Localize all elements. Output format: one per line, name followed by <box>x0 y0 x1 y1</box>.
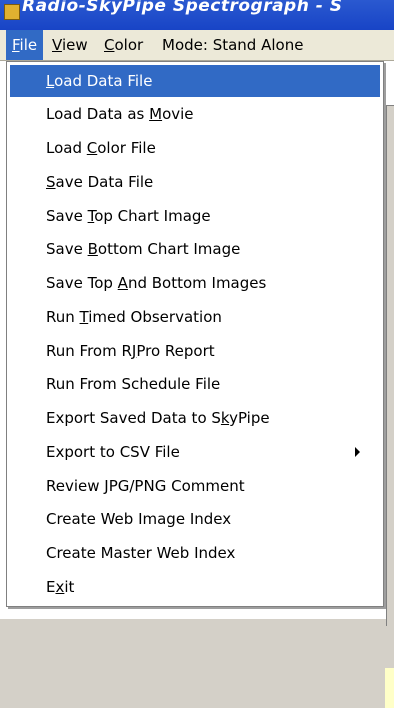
menu-bar: File View Color Mode: Stand Alone <box>0 30 394 61</box>
menu-item-save-top-chart-image[interactable]: Save Top Chart Image <box>10 200 380 232</box>
info-strip <box>385 668 394 708</box>
file-menu-dropdown: Load Data File Load Data as Movie Load C… <box>6 61 384 607</box>
submenu-arrow-icon <box>355 447 360 457</box>
app-icon <box>4 4 20 20</box>
menubar-item-view[interactable]: View <box>46 30 94 60</box>
menu-item-load-color-file[interactable]: Load Color File <box>10 132 380 164</box>
menubar-item-mode[interactable]: Mode: Stand Alone <box>156 30 309 60</box>
menu-item-review-jpg-png-comment[interactable]: Review JPG/PNG Comment <box>10 470 380 502</box>
menu-item-save-top-and-bottom-images[interactable]: Save Top And Bottom Images <box>10 267 380 299</box>
menu-item-save-bottom-chart-image[interactable]: Save Bottom Chart Image <box>10 233 380 265</box>
client-panel-edge <box>386 105 394 626</box>
menu-item-run-from-schedule-file[interactable]: Run From Schedule File <box>10 368 380 400</box>
menu-item-run-from-rjpro-report[interactable]: Run From RJPro Report <box>10 335 380 367</box>
menu-item-exit[interactable]: Exit <box>10 571 380 603</box>
title-bar: Radio-SkyPipe Spectrograph - S <box>0 0 394 30</box>
menu-item-load-data-as-movie[interactable]: Load Data as Movie <box>10 98 380 130</box>
menu-item-create-master-web-index[interactable]: Create Master Web Index <box>10 537 380 569</box>
menu-item-export-to-csv-file[interactable]: Export to CSV File <box>10 436 380 468</box>
menu-item-create-web-image-index[interactable]: Create Web Image Index <box>10 503 380 535</box>
window-title: Radio-SkyPipe Spectrograph - S <box>22 0 343 16</box>
menu-item-export-saved-data-to-skypipe[interactable]: Export Saved Data to SkyPipe <box>10 402 380 434</box>
menu-item-run-timed-observation[interactable]: Run Timed Observation <box>10 301 380 333</box>
menubar-item-file[interactable]: File <box>6 30 44 60</box>
menu-item-save-data-file[interactable]: Save Data File <box>10 166 380 198</box>
menubar-item-color[interactable]: Color <box>98 30 149 60</box>
menu-item-load-data-file[interactable]: Load Data File <box>10 65 380 97</box>
